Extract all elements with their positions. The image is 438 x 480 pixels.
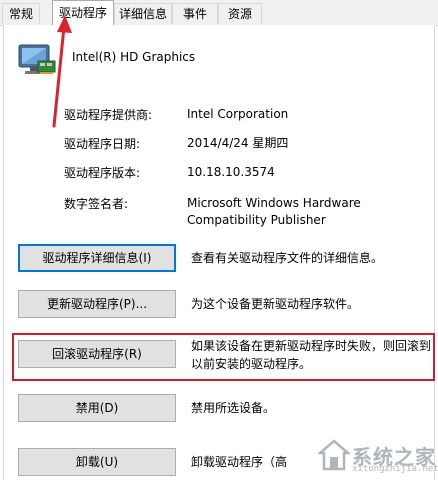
tab-strip: 常规 驱动程序 详细信息 事件 资源 <box>0 0 438 26</box>
tab-driver[interactable]: 驱动程序 <box>52 0 114 26</box>
tab-events[interactable]: 事件 <box>172 3 218 24</box>
provider-value: Intel Corporation <box>187 107 289 121</box>
signer-label: 数字签名者: <box>64 197 129 211</box>
signer-value-line1: Microsoft Windows Hardware <box>187 196 361 210</box>
signer-value-line2: Compatibility Publisher <box>187 213 326 227</box>
watermark-subtext: xitongzhijia.net <box>352 464 438 474</box>
disable-desc: 禁用所选设备。 <box>191 401 276 415</box>
uninstall-desc: 卸载驱动程序（高 <box>191 455 288 469</box>
driver-details-desc: 查看有关驱动程序文件的详细信息。 <box>191 251 384 265</box>
tab-details[interactable]: 详细信息 <box>114 3 172 24</box>
device-name: Intel(R) HD Graphics <box>72 50 196 64</box>
update-driver-button[interactable]: 更新驱动程序(P)... <box>18 290 176 318</box>
version-label: 驱动程序版本: <box>64 166 141 180</box>
uninstall-button[interactable]: 卸载(U) <box>18 448 176 476</box>
provider-label: 驱动程序提供商: <box>64 108 153 122</box>
tab-resources[interactable]: 资源 <box>218 3 262 24</box>
highlight-box <box>12 333 435 381</box>
update-driver-desc: 为这个设备更新驱动程序软件。 <box>191 297 360 311</box>
date-value: 2014/4/24 星期四 <box>187 136 289 150</box>
monitor-icon <box>18 44 56 74</box>
driver-details-button[interactable]: 驱动程序详细信息(I) <box>18 244 176 272</box>
tab-general[interactable]: 常规 <box>2 3 40 24</box>
date-label: 驱动程序日期: <box>64 137 141 151</box>
disable-button[interactable]: 禁用(D) <box>18 394 176 422</box>
house-logo-icon <box>318 439 350 471</box>
watermark: 系统之家 xitongzhijia.net <box>316 433 438 477</box>
version-value: 10.18.10.3574 <box>187 165 275 179</box>
